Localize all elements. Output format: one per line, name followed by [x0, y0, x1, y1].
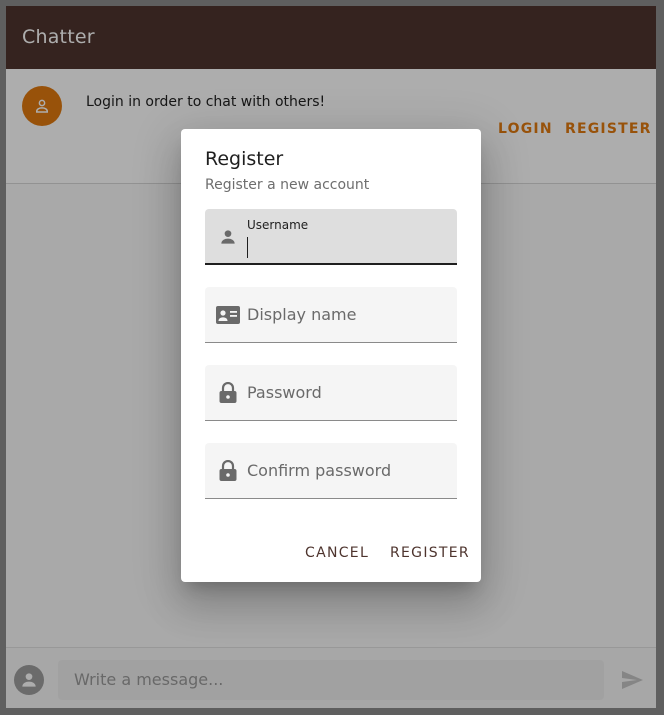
cancel-button[interactable]: CANCEL	[305, 545, 369, 561]
confirm-password-field[interactable]: Confirm password	[205, 443, 457, 499]
person-icon	[215, 225, 241, 249]
dialog-subtitle: Register a new account	[205, 177, 370, 193]
display-name-field[interactable]: Display name	[205, 287, 457, 343]
register-submit-button[interactable]: REGISTER	[390, 545, 470, 561]
confirm-password-label: Confirm password	[247, 461, 392, 480]
text-caret	[247, 237, 248, 258]
password-field[interactable]: Password	[205, 365, 457, 421]
register-dialog: Register Register a new account Username…	[181, 129, 481, 582]
dialog-title: Register	[205, 148, 284, 170]
display-name-label: Display name	[247, 305, 357, 324]
username-label: Username	[247, 218, 309, 232]
password-label: Password	[247, 383, 322, 402]
lock-icon	[215, 381, 241, 405]
username-field[interactable]: Username	[205, 209, 457, 265]
lock-icon	[215, 459, 241, 483]
id-card-icon	[215, 303, 241, 327]
